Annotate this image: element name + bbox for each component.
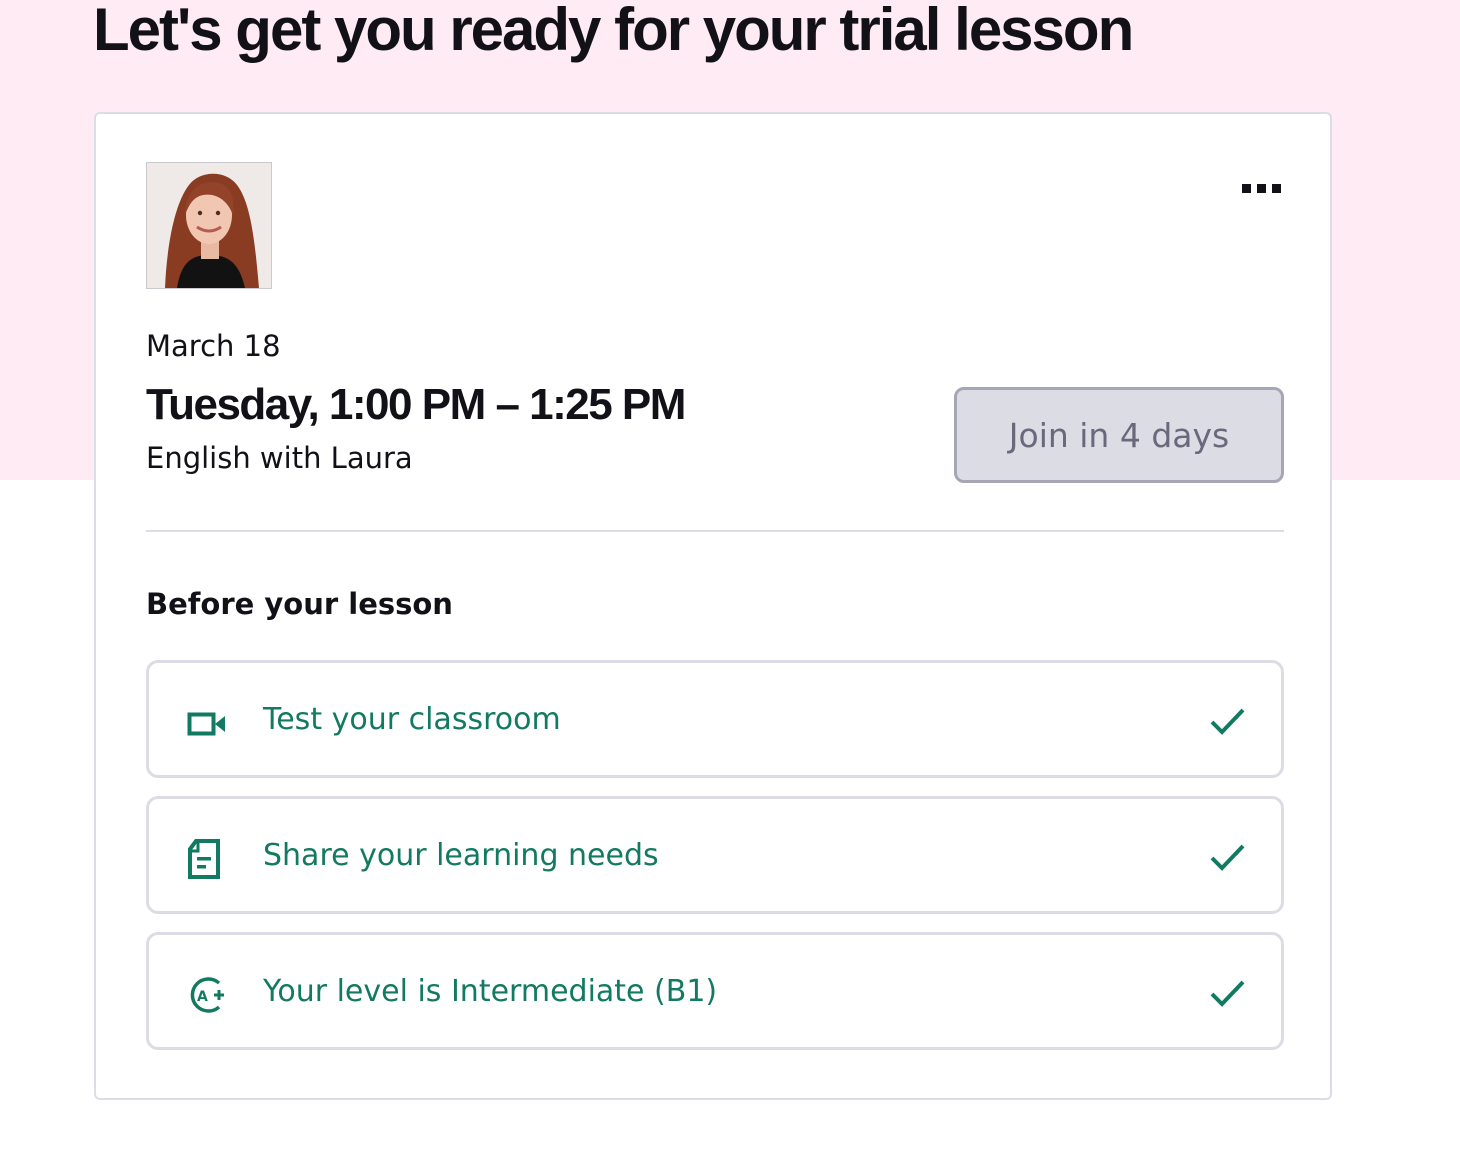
check-icon bbox=[1210, 844, 1245, 871]
check-icon bbox=[1210, 980, 1245, 1007]
lesson-subject: English with Laura bbox=[146, 441, 413, 475]
lesson-date: March 18 bbox=[146, 329, 281, 363]
page-title: Let's get you ready for your trial lesso… bbox=[93, 0, 1134, 63]
trial-lesson-card: March 18 Tuesday, 1:00 PM – 1:25 PM Engl… bbox=[94, 112, 1332, 1100]
lesson-time: Tuesday, 1:00 PM – 1:25 PM bbox=[146, 380, 686, 429]
task-share-learning-needs[interactable]: Share your learning needs bbox=[146, 796, 1284, 914]
more-options-icon[interactable] bbox=[1232, 172, 1292, 202]
before-lesson-heading: Before your lesson bbox=[146, 587, 453, 621]
svg-text:A: A bbox=[197, 989, 208, 1005]
level-a-plus-icon: A bbox=[190, 977, 224, 1013]
join-lesson-button[interactable]: Join in 4 days bbox=[954, 387, 1284, 483]
task-label: Share your learning needs bbox=[263, 838, 659, 873]
task-label: Test your classroom bbox=[263, 702, 561, 737]
tutor-avatar[interactable] bbox=[146, 162, 272, 289]
check-icon bbox=[1210, 708, 1245, 735]
document-icon bbox=[188, 839, 220, 879]
task-test-classroom[interactable]: Test your classroom bbox=[146, 660, 1284, 778]
tutor-photo bbox=[147, 163, 271, 288]
task-label: Your level is Intermediate (B1) bbox=[263, 974, 718, 1009]
video-camera-icon bbox=[187, 712, 225, 736]
task-level[interactable]: A Your level is Intermediate (B1) bbox=[146, 932, 1284, 1050]
divider bbox=[146, 530, 1284, 532]
